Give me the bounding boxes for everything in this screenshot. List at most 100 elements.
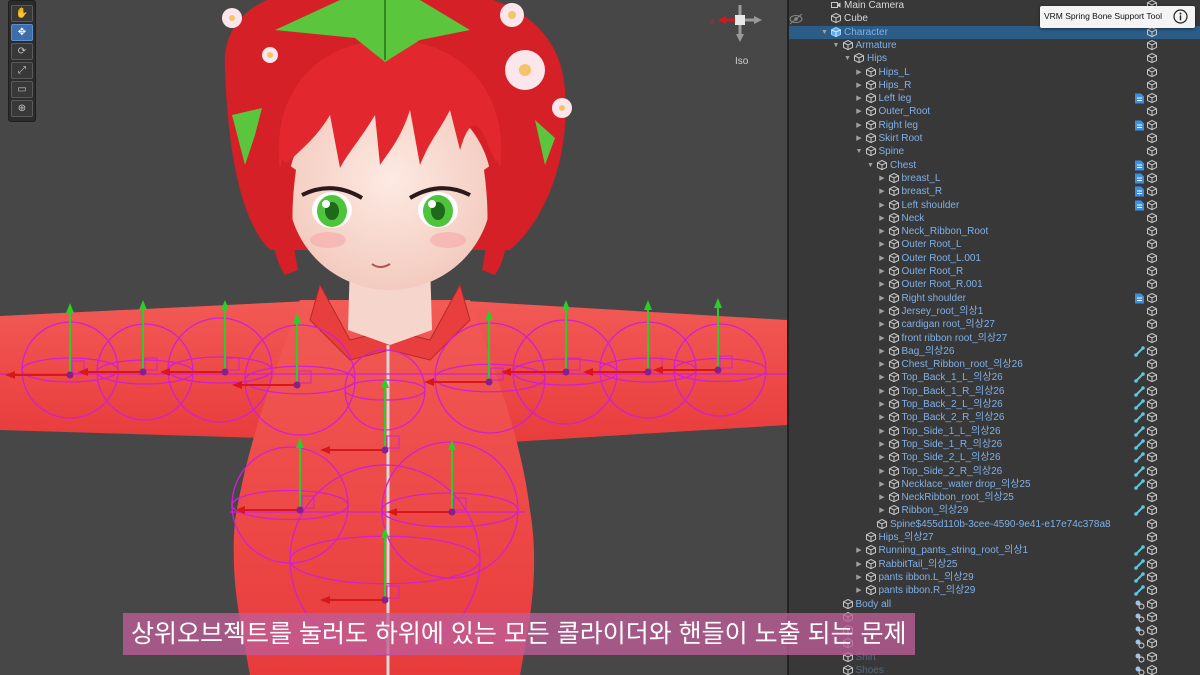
hierarchy-row[interactable]: ▶ Hips_R	[789, 79, 1200, 92]
hierarchy-row[interactable]: ▼ Chest	[789, 159, 1200, 172]
collapse-arrow-icon[interactable]: ▼	[843, 52, 852, 65]
collapse-arrow-icon[interactable]: ▼	[866, 159, 875, 172]
hierarchy-row[interactable]: Spine$455d110b-3cee-4590-9e41-e17e74c378…	[789, 518, 1200, 531]
expand-arrow-icon[interactable]: ▶	[855, 558, 864, 571]
hierarchy-row[interactable]: ▶ Skirt Root	[789, 132, 1200, 145]
hierarchy-row[interactable]: ▶ Top_Side_2_R_의상26	[789, 465, 1200, 478]
expand-arrow-icon[interactable]: ▶	[878, 225, 887, 238]
hierarchy-row[interactable]: ▶ pants ibbon.R_의상29	[789, 584, 1200, 597]
hierarchy-row[interactable]: ▶ Top_Side_1_R_의상26	[789, 438, 1200, 451]
hierarchy-row[interactable]: ▶ Top_Side_2_L_의상26	[789, 451, 1200, 464]
expand-arrow-icon[interactable]: ▶	[878, 451, 887, 464]
hierarchy-row[interactable]: Shoes	[789, 664, 1200, 675]
expand-arrow-icon[interactable]: ▶	[878, 411, 887, 424]
expand-arrow-icon[interactable]: ▶	[878, 292, 887, 305]
hierarchy-row[interactable]: ▶ Top_Back_2_L_의상26	[789, 398, 1200, 411]
transform-tool-button[interactable]: ⊕	[11, 100, 33, 117]
expand-arrow-icon[interactable]: ▶	[855, 105, 864, 118]
hierarchy-row[interactable]: ▶ Top_Side_1_L_의상26	[789, 425, 1200, 438]
expand-arrow-icon[interactable]: ▶	[878, 318, 887, 331]
hand-tool-button[interactable]: ✋	[11, 5, 33, 22]
expand-arrow-icon[interactable]: ▶	[878, 172, 887, 185]
expand-arrow-icon[interactable]: ▶	[855, 571, 864, 584]
hierarchy-row[interactable]: ▶ Jersey_root_의상1	[789, 305, 1200, 318]
hierarchy-row[interactable]: ▶ Neck	[789, 212, 1200, 225]
expand-arrow-icon[interactable]: ▶	[878, 478, 887, 491]
prefab-object-icon	[1147, 438, 1157, 450]
rotate-tool-button[interactable]: ⟳	[11, 43, 33, 60]
scene-canvas[interactable]	[0, 0, 787, 675]
hierarchy-row[interactable]: ▶ Left shoulder	[789, 199, 1200, 212]
hierarchy-row[interactable]: ▼ Spine	[789, 145, 1200, 158]
expand-arrow-icon[interactable]: ▶	[878, 398, 887, 411]
hierarchy-row[interactable]: ▶ cardigan root_의상27	[789, 318, 1200, 331]
expand-arrow-icon[interactable]: ▶	[878, 345, 887, 358]
hierarchy-row[interactable]: ▶ Left leg	[789, 92, 1200, 105]
hierarchy-row[interactable]: ▶ Outer Root_R.001	[789, 278, 1200, 291]
hierarchy-row[interactable]: ▶ Bag_의상26	[789, 345, 1200, 358]
expand-arrow-icon[interactable]: ▶	[878, 332, 887, 345]
hierarchy-row[interactable]: ▶ breast_L	[789, 172, 1200, 185]
collapse-arrow-icon[interactable]: ▼	[832, 39, 841, 52]
move-tool-button[interactable]: ✥	[11, 24, 33, 41]
hierarchy-row[interactable]: ▶ Outer Root_R	[789, 265, 1200, 278]
hierarchy-row[interactable]: ▶ Top_Back_1_L_의상26	[789, 371, 1200, 384]
collapse-arrow-icon[interactable]: ▼	[855, 145, 864, 158]
expand-arrow-icon[interactable]: ▶	[878, 504, 887, 517]
expand-arrow-icon[interactable]: ▶	[878, 265, 887, 278]
hierarchy-row-label: Spine$455d110b-3cee-4590-9e41-e17e74c378…	[890, 518, 1111, 530]
hierarchy-row[interactable]: ▶ Right shoulder	[789, 292, 1200, 305]
expand-arrow-icon[interactable]: ▶	[878, 425, 887, 438]
hierarchy-row[interactable]: Body all	[789, 598, 1200, 611]
hierarchy-row[interactable]: ▶ RabbitTail_의상25	[789, 558, 1200, 571]
expand-arrow-icon[interactable]: ▶	[878, 465, 887, 478]
hierarchy-row[interactable]: ▶ Chest_Ribbon_root_의상26	[789, 358, 1200, 371]
expand-arrow-icon[interactable]: ▶	[855, 119, 864, 132]
collapse-arrow-icon[interactable]: ▼	[820, 26, 829, 39]
view-mode-label[interactable]: Iso	[735, 56, 748, 67]
hierarchy-row[interactable]: ▶ Ribbon_의상29	[789, 504, 1200, 517]
scale-tool-button[interactable]: ⤢	[11, 62, 33, 79]
hierarchy-row[interactable]: ▶ Hips_L	[789, 66, 1200, 79]
expand-arrow-icon[interactable]: ▶	[878, 358, 887, 371]
expand-arrow-icon[interactable]: ▶	[878, 212, 887, 225]
expand-arrow-icon[interactable]: ▶	[878, 252, 887, 265]
hierarchy-panel[interactable]: Main Camera Cube ▼ Character ▼ Armature ▼ Hips ▶…	[787, 0, 1200, 675]
hierarchy-row[interactable]: ▶ Top_Back_2_R_의상26	[789, 411, 1200, 424]
cube-icon	[888, 199, 899, 210]
expand-arrow-icon[interactable]: ▶	[878, 185, 887, 198]
info-icon[interactable]	[1173, 9, 1188, 24]
scene-view[interactable]: ✋ ✥ ⟳ ⤢ ▭ ⊕ x Iso	[0, 0, 787, 675]
expand-arrow-icon[interactable]: ▶	[878, 278, 887, 291]
expand-arrow-icon[interactable]: ▶	[855, 79, 864, 92]
cube-icon	[842, 39, 853, 51]
expand-arrow-icon[interactable]: ▶	[855, 584, 864, 597]
hierarchy-row[interactable]: ▶ Right leg	[789, 119, 1200, 132]
hierarchy-row[interactable]: ▶ NeckRibbon_root_의상25	[789, 491, 1200, 504]
hierarchy-row[interactable]: Hips_의상27	[789, 531, 1200, 544]
expand-arrow-icon[interactable]: ▶	[878, 371, 887, 384]
hierarchy-row[interactable]: ▶ pants ibbon.L_의상29	[789, 571, 1200, 584]
hierarchy-row[interactable]: ▶ Necklace_water drop_의상25	[789, 478, 1200, 491]
hierarchy-row[interactable]: ▶ Neck_Ribbon_Root	[789, 225, 1200, 238]
expand-arrow-icon[interactable]: ▶	[878, 238, 887, 251]
hierarchy-row[interactable]: ▼ Armature	[789, 39, 1200, 52]
expand-arrow-icon[interactable]: ▶	[878, 199, 887, 212]
expand-arrow-icon[interactable]: ▶	[855, 544, 864, 557]
hierarchy-row[interactable]: ▶ breast_R	[789, 185, 1200, 198]
rect-tool-button[interactable]: ▭	[11, 81, 33, 98]
hierarchy-row[interactable]: ▶ Outer Root_L.001	[789, 252, 1200, 265]
expand-arrow-icon[interactable]: ▶	[855, 66, 864, 79]
hierarchy-row[interactable]: ▼ Hips	[789, 52, 1200, 65]
hierarchy-row[interactable]: ▶ Running_pants_string_root_의상1	[789, 544, 1200, 557]
expand-arrow-icon[interactable]: ▶	[878, 385, 887, 398]
expand-arrow-icon[interactable]: ▶	[855, 132, 864, 145]
expand-arrow-icon[interactable]: ▶	[878, 491, 887, 504]
hierarchy-row[interactable]: ▶ front ribbon root_의상27	[789, 332, 1200, 345]
hierarchy-row[interactable]: ▶ Outer_Root	[789, 105, 1200, 118]
expand-arrow-icon[interactable]: ▶	[878, 438, 887, 451]
expand-arrow-icon[interactable]: ▶	[878, 305, 887, 318]
hierarchy-row[interactable]: ▶ Top_Back_1_R_의상26	[789, 385, 1200, 398]
expand-arrow-icon[interactable]: ▶	[855, 92, 864, 105]
hierarchy-row[interactable]: ▶ Outer Root_L	[789, 238, 1200, 251]
